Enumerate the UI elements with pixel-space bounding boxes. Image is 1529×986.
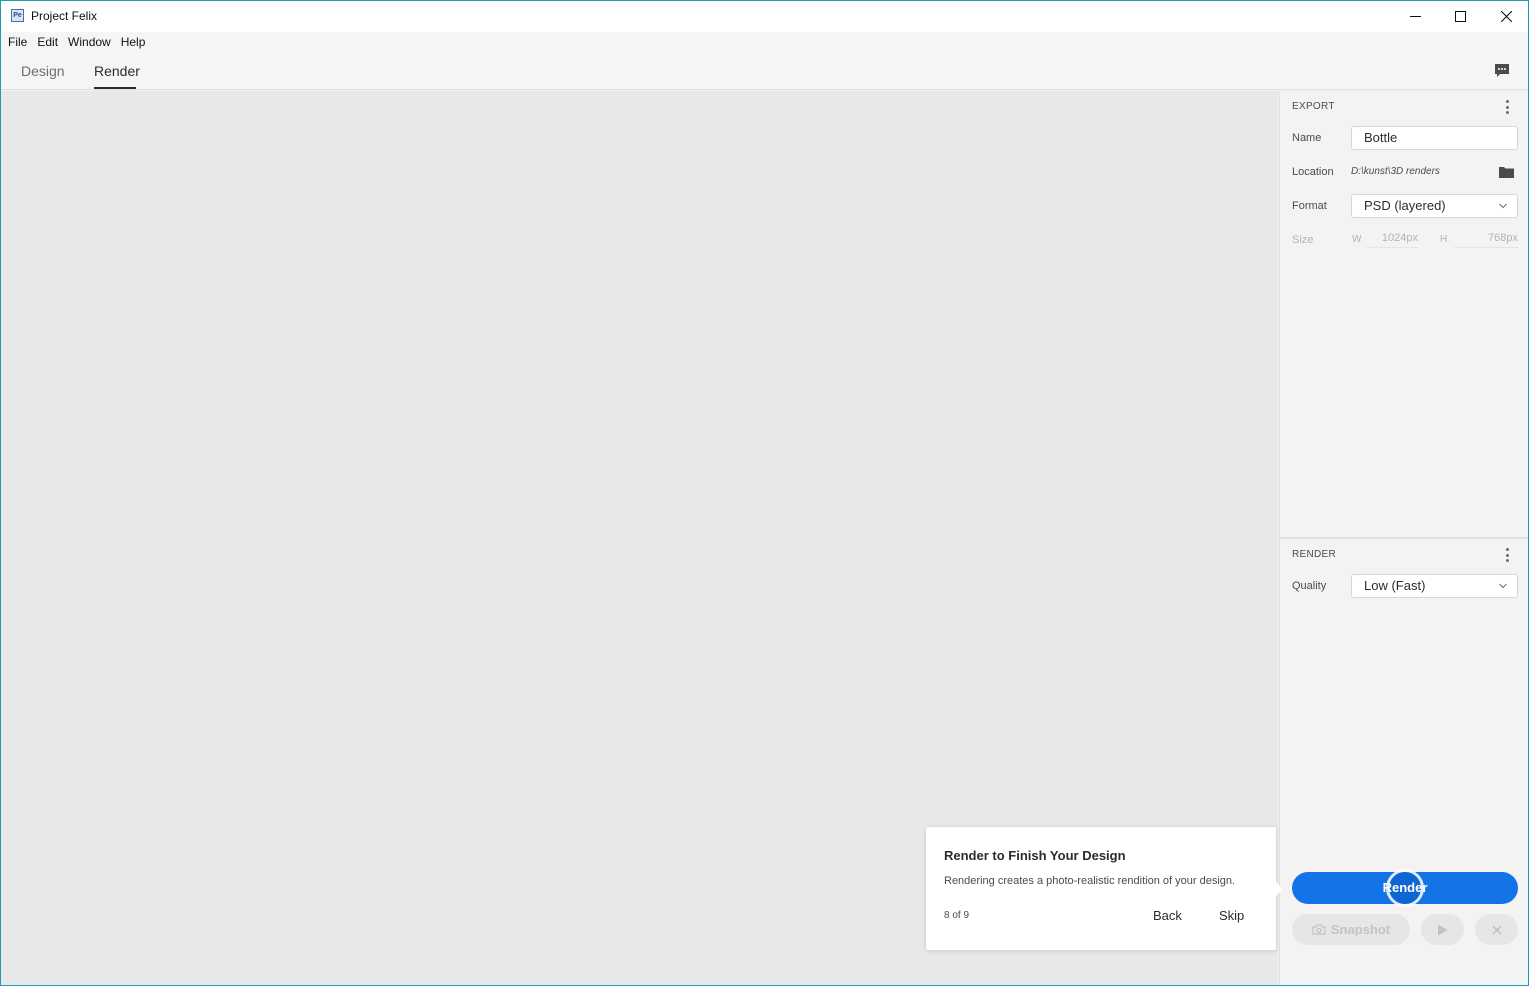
title-bar: Pe Project Felix <box>1 1 1528 32</box>
folder-icon[interactable] <box>1499 166 1514 178</box>
section-divider <box>1280 537 1528 539</box>
render-button[interactable]: Render <box>1292 869 1518 907</box>
snapshot-button[interactable]: Snapshot <box>1292 914 1410 945</box>
snapshot-button-label: Snapshot <box>1330 922 1391 937</box>
width-label: W <box>1352 234 1362 245</box>
height-input: 768px <box>1454 232 1518 248</box>
camera-icon <box>1312 924 1326 935</box>
quality-label: Quality <box>1292 580 1327 592</box>
properties-panel: EXPORT Name Bottle Location D:\kunst\3D … <box>1279 91 1528 985</box>
close-icon <box>1500 10 1512 22</box>
coach-skip-button[interactable]: Skip <box>1219 908 1244 923</box>
coach-mark-step: 8 of 9 <box>944 910 970 921</box>
width-input: 1024px <box>1366 232 1418 248</box>
workspace-tabs: Design Render <box>1 52 1528 90</box>
menu-edit[interactable]: Edit <box>32 32 63 52</box>
render-section-title: RENDER <box>1292 549 1337 560</box>
name-label: Name <box>1292 132 1322 144</box>
format-value: PSD (layered) <box>1364 198 1446 213</box>
quality-value: Low (Fast) <box>1364 578 1426 593</box>
format-label: Format <box>1292 200 1327 212</box>
chevron-down-icon <box>1499 583 1507 589</box>
export-section-title: EXPORT <box>1292 101 1335 112</box>
menu-file[interactable]: File <box>3 32 32 52</box>
quality-dropdown[interactable]: Low (Fast) <box>1351 574 1518 598</box>
minimize-icon <box>1409 15 1421 17</box>
maximize-button[interactable] <box>1437 1 1483 31</box>
tab-render[interactable]: Render <box>94 63 140 79</box>
name-input[interactable]: Bottle <box>1351 126 1518 150</box>
window-title: Project Felix <box>31 9 98 23</box>
active-tab-indicator <box>94 87 136 89</box>
tab-design[interactable]: Design <box>21 63 65 79</box>
render-more-vertical-icon[interactable] <box>1506 548 1510 562</box>
render-button-label: Render <box>1382 880 1428 895</box>
comment-icon[interactable] <box>1494 63 1510 79</box>
location-value: D:\kunst\3D renders <box>1351 166 1440 177</box>
minimize-button[interactable] <box>1392 1 1438 31</box>
app-window: Pe Project Felix File Edit Window Help D… <box>0 0 1529 986</box>
chevron-down-icon <box>1499 203 1507 209</box>
maximize-icon <box>1454 10 1466 22</box>
app-logo-icon: Pe <box>11 9 24 22</box>
menu-help[interactable]: Help <box>116 32 151 52</box>
export-more-vertical-icon[interactable] <box>1506 100 1510 114</box>
coach-mark-arrow <box>1275 881 1283 897</box>
cancel-render-button[interactable] <box>1475 914 1518 945</box>
coach-mark-popover: Render to Finish Your Design Rendering c… <box>926 827 1283 950</box>
coach-mark-description: Rendering creates a photo-realistic rend… <box>944 875 1236 887</box>
format-dropdown[interactable]: PSD (layered) <box>1351 194 1518 218</box>
location-label: Location <box>1292 166 1334 178</box>
menu-window[interactable]: Window <box>63 32 116 52</box>
size-label: Size <box>1292 234 1314 246</box>
height-label: H <box>1440 234 1448 245</box>
menu-bar: File Edit Window Help <box>1 32 1528 52</box>
close-window-button[interactable] <box>1483 1 1528 31</box>
coach-back-button[interactable]: Back <box>1153 908 1182 923</box>
coach-mark-title: Render to Finish Your Design <box>944 848 1126 863</box>
play-button[interactable] <box>1421 914 1464 945</box>
cancel-icon <box>1491 924 1502 935</box>
play-icon <box>1438 924 1448 935</box>
